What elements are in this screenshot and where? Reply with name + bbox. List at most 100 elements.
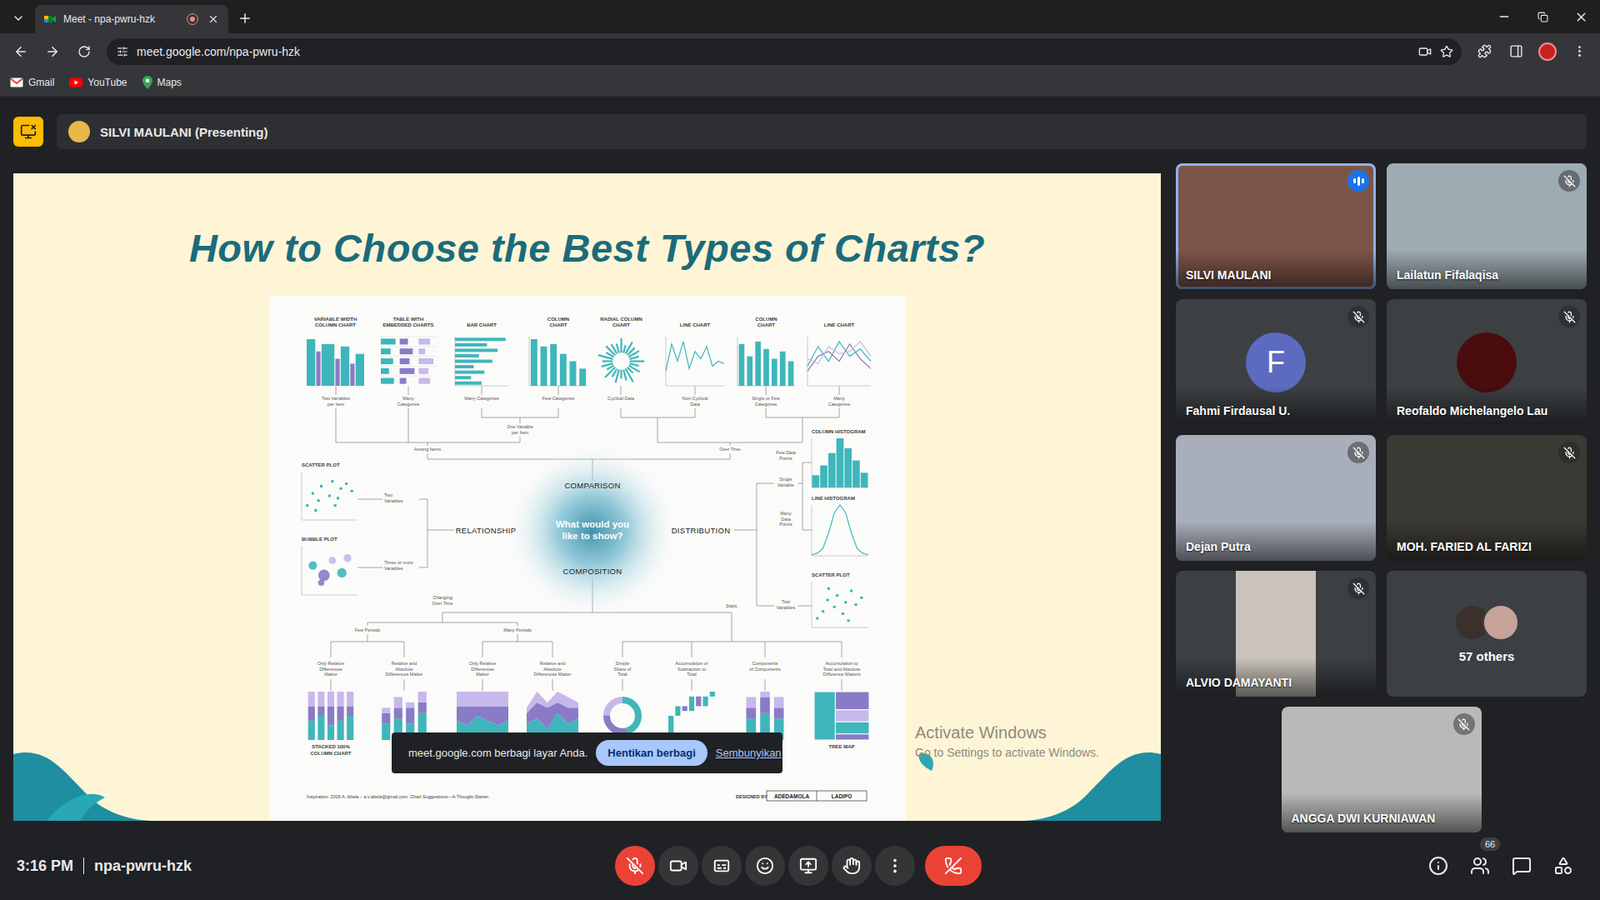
youtube-icon (69, 77, 83, 88)
chart-label: BUBBLE PLOT (301, 536, 338, 542)
leave-button[interactable] (925, 845, 982, 886)
chart-label: LINE CHART (679, 322, 710, 328)
mic-button[interactable] (615, 845, 655, 886)
people-icon (1470, 855, 1490, 876)
bookmark[interactable]: Maps (142, 75, 182, 90)
tab-strip: Meet - npa-pwru-hzk (0, 0, 1600, 34)
bookmarks-bar: Gmail YouTube Maps (0, 69, 1600, 97)
mic-off-badge (1347, 577, 1370, 600)
reload-button[interactable] (70, 37, 99, 66)
close-window-button[interactable] (1561, 0, 1600, 34)
mini-chart (606, 700, 639, 732)
extensions-button[interactable] (1470, 37, 1499, 66)
chart-label: COLUMN (546, 316, 569, 322)
camera-button[interactable] (658, 845, 699, 886)
new-tab-button[interactable] (233, 6, 257, 30)
participant-tile[interactable]: Dejan Putra (1175, 435, 1376, 561)
activities-button[interactable] (1546, 849, 1580, 883)
bookmark[interactable]: Gmail (10, 76, 55, 89)
participant-tile[interactable]: SILVI MAULANI (1175, 163, 1376, 290)
browser-menu-button[interactable] (1565, 37, 1594, 66)
emoji-button[interactable] (745, 845, 785, 886)
chat-button[interactable] (1505, 849, 1539, 883)
browser-tab[interactable]: Meet - npa-pwru-hzk (35, 5, 229, 34)
minimize-button[interactable] (1485, 0, 1524, 34)
category-label: DISTRIBUTION (670, 525, 730, 535)
participant-tile[interactable]: MOH. FARIED AL FARIZI (1386, 435, 1587, 561)
more-button[interactable] (875, 845, 915, 886)
stop-presenting-button[interactable] (13, 116, 44, 147)
minimize-icon (1497, 10, 1511, 24)
leave-icon (944, 856, 963, 875)
designer-box (766, 790, 867, 801)
profile-avatar[interactable] (1538, 42, 1557, 61)
branch-note: Many (402, 395, 415, 401)
side-panel-button[interactable] (1501, 37, 1530, 66)
mic-icon (625, 856, 645, 875)
site-info-icon[interactable] (116, 45, 129, 58)
branch-note: Over Time (431, 600, 453, 606)
mic-off-badge (1347, 305, 1370, 328)
chart-label: CHART (612, 322, 630, 328)
participant-tile[interactable]: ALVIO DAMAYANTI (1175, 570, 1376, 697)
close-icon (207, 13, 220, 25)
chevron-down-icon (11, 11, 25, 25)
branch-note: Single (779, 476, 792, 482)
mic-off-icon (1352, 310, 1365, 324)
center-question: What would you (555, 519, 629, 530)
stop-sharing-button[interactable]: Hentikan berbagi (595, 740, 707, 766)
participant-tile[interactable]: ANGGA DWI KURNIAWAN (1281, 706, 1482, 833)
hand-button[interactable] (831, 845, 872, 886)
arrow-left-icon (13, 44, 29, 60)
tab-search-button[interactable] (6, 6, 30, 30)
camera-in-use-icon[interactable] (1418, 45, 1432, 59)
connector-lines (330, 385, 842, 691)
info-button[interactable] (1421, 849, 1455, 883)
chart-label: VARIABLE WIDTH (313, 316, 357, 322)
mini-chart (455, 336, 509, 386)
address-bar[interactable]: meet.google.com/npa-pwru-hzk (106, 38, 1462, 65)
participant-tile[interactable]: Reofaldo Michelangelo Lau (1386, 299, 1587, 425)
participant-grid: SILVI MAULANILailatun FifalaqisaFFahmi F… (1175, 163, 1587, 832)
mic-off-icon (1352, 446, 1365, 460)
hide-link[interactable]: Sembunyikan (715, 746, 782, 760)
category-label: COMPARISON (564, 480, 620, 490)
branch-note: Total and Absolute (822, 666, 860, 672)
tab-title: Meet - npa-pwru-hzk (63, 13, 180, 25)
branch-note: Simple (615, 660, 630, 666)
bookmark[interactable]: YouTube (69, 76, 127, 89)
branch-note: Differences Matter (533, 671, 571, 677)
forward-button[interactable] (38, 37, 67, 66)
windows-watermark: Activate WindowsGo to Settings to activa… (915, 723, 1100, 760)
participant-name: ALVIO DAMAYANTI (1175, 657, 1376, 697)
branch-note: Share of (613, 666, 631, 672)
restore-button[interactable] (1523, 0, 1562, 34)
participant-tile[interactable]: FFahmi Firdausal U. (1175, 299, 1376, 425)
mic-off-badge (1558, 305, 1580, 328)
branch-note: Categories (827, 401, 850, 407)
present-button[interactable] (788, 845, 829, 886)
category-label: RELATIONSHIP (455, 525, 516, 535)
others-tile[interactable]: 57 others (1386, 570, 1587, 697)
chart-label: COLUMN CHART (315, 322, 356, 328)
branch-note: per Item (510, 430, 529, 435)
more-vertical-icon (1572, 44, 1587, 59)
captions-button[interactable] (701, 845, 742, 886)
bookmark-star-icon[interactable] (1440, 45, 1454, 59)
participant-avatar (1456, 332, 1517, 393)
people-button[interactable]: 66 (1463, 849, 1497, 883)
branch-note: Over Time (719, 446, 740, 452)
participant-name: Lailatun Fifalaqisa (1386, 250, 1587, 290)
info-icon (1428, 855, 1449, 876)
branch-note: Few Categories (541, 395, 575, 401)
branch-note: Differences (470, 666, 495, 672)
back-button[interactable] (6, 37, 35, 66)
branch-note: Matter (475, 671, 490, 677)
branch-note: Non-Cyclical (681, 395, 708, 401)
branch-note: Difference Matters (822, 671, 860, 677)
participant-tile[interactable]: Lailatun Fifalaqisa (1386, 163, 1587, 290)
mini-chart (807, 336, 871, 386)
tab-close-button[interactable] (205, 10, 222, 28)
branch-note: One Variable (506, 424, 534, 430)
hand-icon (842, 856, 861, 875)
